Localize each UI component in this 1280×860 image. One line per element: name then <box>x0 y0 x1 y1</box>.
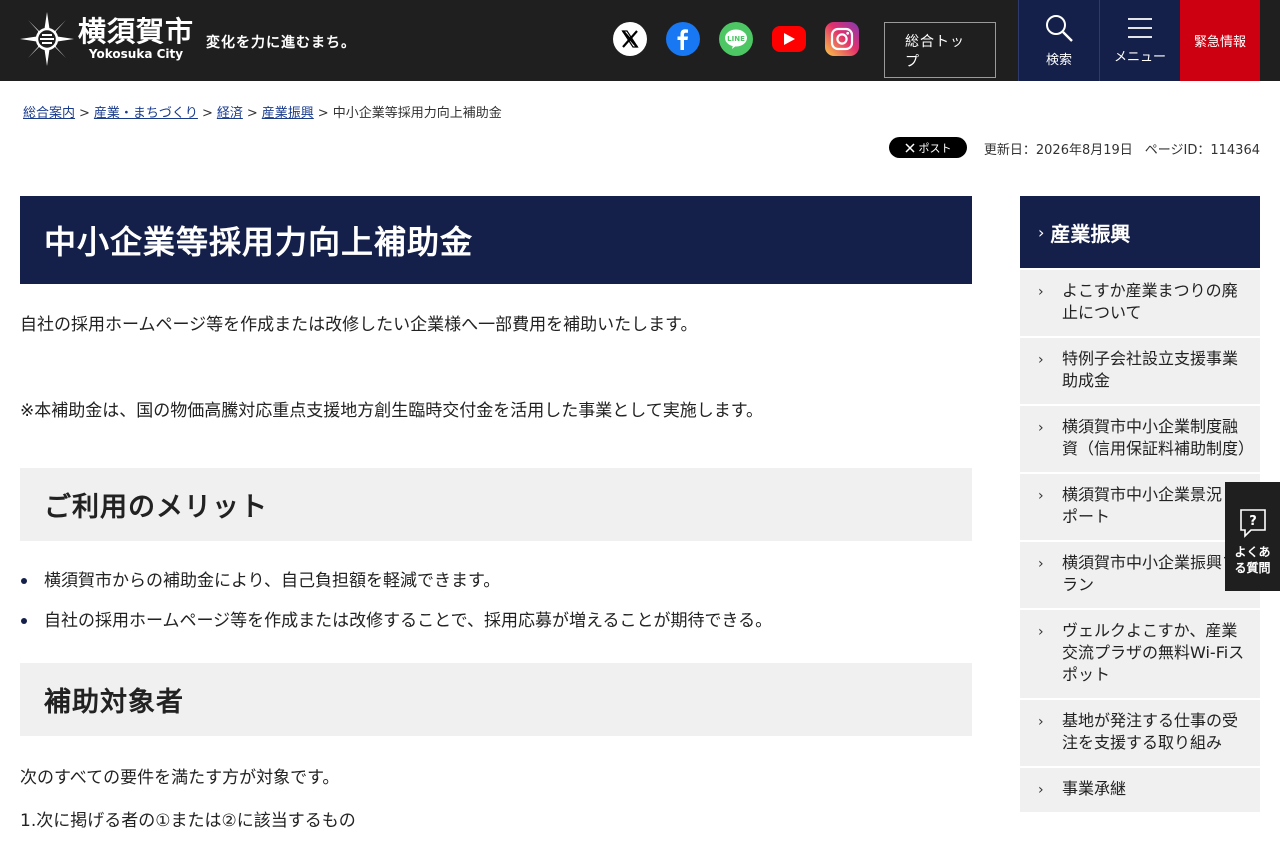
search-button[interactable]: 検索 <box>1018 0 1099 81</box>
breadcrumb-link[interactable]: 産業振興 <box>262 106 314 121</box>
svg-text:LINE: LINE <box>727 35 745 43</box>
chevron-right-icon: › <box>1038 782 1044 798</box>
chevron-right-icon: › <box>1038 222 1045 242</box>
city-name: 横須賀市 <box>78 15 195 48</box>
city-emblem-icon <box>20 12 74 66</box>
chevron-right-icon: › <box>1038 284 1044 300</box>
breadcrumb-current: 中小企業等採用力向上補助金 <box>332 106 502 121</box>
instagram-icon[interactable] <box>825 22 859 56</box>
question-bubble-icon: ? <box>1239 508 1266 538</box>
page-id: ページID：114364 <box>1144 143 1260 158</box>
list-item: 自社の採用ホームページ等を作成または改修することで、採用応募が増えることが期待で… <box>20 608 972 634</box>
breadcrumb: 総合案内 > 産業・まちづくり > 経済 > 産業振興 > 中小企業等採用力向上補助金 <box>23 106 502 121</box>
sidebar-item[interactable]: › よこすか産業まつりの廃止について <box>1020 270 1260 336</box>
chevron-right-icon: › <box>1038 556 1044 572</box>
section-heading-box: ご利用のメリット <box>20 468 972 541</box>
facebook-icon[interactable] <box>666 22 700 56</box>
faq-label: よくある質問 <box>1234 544 1271 575</box>
search-label: 検索 <box>1045 53 1072 68</box>
page-title-box: 中小企業等採用力向上補助金 <box>20 196 972 284</box>
main-content: 中小企業等採用力向上補助金 自社の採用ホームページ等を作成または改修したい企業様… <box>20 196 972 834</box>
breadcrumb-link[interactable]: 経済 <box>217 106 243 121</box>
emergency-info-button[interactable]: 緊急情報 <box>1180 0 1260 81</box>
sidebar-title: 産業振興 <box>1050 221 1131 246</box>
merit-list: 横須賀市からの補助金により、自己負担額を軽減できます。 自社の採用ホームページ等… <box>20 568 972 634</box>
sidebar-item[interactable]: › 特例子会社設立支援事業助成金 <box>1020 338 1260 404</box>
youtube-icon[interactable] <box>772 26 806 52</box>
menu-label: メニュー <box>1113 50 1166 65</box>
menu-button[interactable]: メニュー <box>1099 0 1180 81</box>
site-header: 横須賀市 Yokosuka City 変化を力に進むまち。 LINE 総合トップ… <box>0 0 1280 81</box>
note-text: ※本補助金は、国の物価高騰対応重点支援地方創生臨時交付金を活用した事業として実施… <box>20 401 764 421</box>
x-icon <box>904 142 915 153</box>
list-item: 横須賀市からの補助金により、自己負担額を軽減できます。 <box>20 568 972 594</box>
chevron-right-icon: › <box>1038 352 1044 368</box>
line-icon[interactable]: LINE <box>719 22 753 56</box>
chevron-right-icon: › <box>1038 488 1044 504</box>
eligibility-item: 1.次に掲げる者の①または②に該当するもの <box>20 811 356 831</box>
chevron-right-icon: › <box>1038 624 1044 640</box>
tagline: 変化を力に進むまち。 <box>206 35 356 51</box>
sidebar-item[interactable]: › 事業承継 <box>1020 768 1260 812</box>
site-logo[interactable]: 横須賀市 Yokosuka City <box>20 12 194 66</box>
city-name-en: Yokosuka City <box>88 47 184 61</box>
section-heading-merit: ご利用のメリット <box>44 492 268 523</box>
page-title: 中小企業等採用力向上補助金 <box>44 223 474 261</box>
svg-text:?: ? <box>1249 514 1257 529</box>
intro-text: 自社の採用ホームページ等を作成または改修したい企業様へ一部費用を補助いたします。 <box>20 315 698 335</box>
eligibility-text: 次のすべての要件を満たす方が対象です。 <box>20 768 340 788</box>
section-heading-eligibility: 補助対象者 <box>44 687 184 718</box>
search-icon <box>1046 15 1073 42</box>
section-heading-box: 補助対象者 <box>20 663 972 736</box>
page-meta: 更新日：2026年8月19日 ページID：114364 <box>984 139 1260 158</box>
hamburger-icon <box>1128 18 1152 38</box>
chevron-right-icon: › <box>1038 420 1044 436</box>
post-label: ポスト <box>918 141 952 155</box>
sidebar-item[interactable]: › 横須賀市中小企業制度融資（信用保証料補助制度） <box>1020 406 1260 472</box>
sidebar-item[interactable]: › 横須賀市中小企業振興プラン <box>1020 542 1260 608</box>
sidebar-item[interactable]: › ヴェルクよこすか、産業交流プラザの無料Wi-Fiスポット <box>1020 610 1260 698</box>
sidebar-item[interactable]: › 横須賀市中小企業景況レポート <box>1020 474 1260 540</box>
sidebar-heading[interactable]: › 産業振興 <box>1020 196 1260 268</box>
x-icon[interactable] <box>613 22 647 56</box>
sidebar-item[interactable]: › 基地が発注する仕事の受注を支援する取り組み <box>1020 700 1260 766</box>
breadcrumb-link[interactable]: 産業・まちづくり <box>94 106 198 121</box>
x-post-button[interactable]: ポスト <box>889 137 967 158</box>
sidebar: › 産業振興 › よこすか産業まつりの廃止について › 特例子会社設立支援事業助成金… <box>1020 196 1260 812</box>
chevron-right-icon: › <box>1038 714 1044 730</box>
updated-date: 更新日：2026年8月19日 <box>983 143 1133 158</box>
top-page-button[interactable]: 総合トップ <box>884 22 996 78</box>
breadcrumb-link[interactable]: 総合案内 <box>23 106 75 121</box>
faq-button[interactable]: ? よくある質問 <box>1225 482 1280 591</box>
